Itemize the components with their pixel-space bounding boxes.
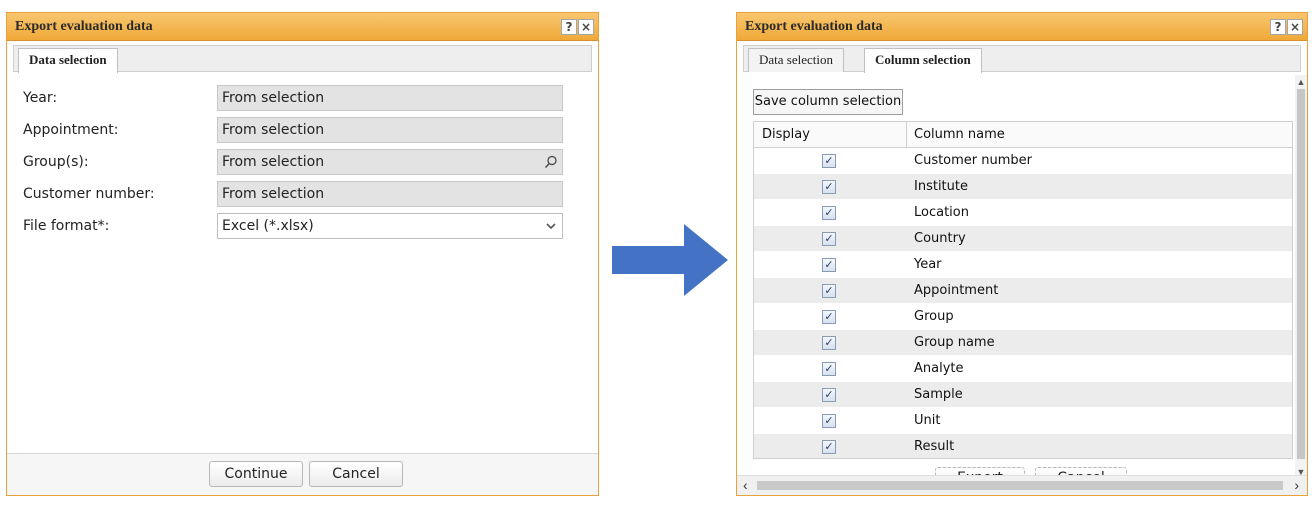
form-row-groups: Group(s): From selection — [23, 149, 563, 175]
horizontal-scrollbar[interactable]: ‹ › — [737, 475, 1307, 495]
column-name-cell: Institute — [914, 179, 968, 194]
scroll-thumb[interactable] — [757, 481, 1283, 490]
table-row[interactable]: ✓ Year — [754, 252, 1292, 278]
save-column-selection-button[interactable]: Save column selection — [753, 89, 903, 115]
column-name-cell: Result — [914, 439, 955, 454]
tab-data-selection[interactable]: Data selection — [18, 48, 118, 73]
continue-button[interactable]: Continue — [209, 461, 303, 487]
scroll-left-icon[interactable]: ‹ — [743, 477, 748, 493]
help-icon[interactable]: ? — [1270, 19, 1286, 35]
form-row-customer-number: Customer number: From selection — [23, 181, 563, 207]
form-row-file-format: File format*: Excel (*.xlsx) — [23, 213, 563, 239]
column-name-cell: Country — [914, 231, 966, 246]
dialog-title: Export evaluation data — [745, 19, 883, 34]
column-name-cell: Group — [914, 309, 954, 324]
dialog-footer: Continue Cancel — [7, 453, 598, 495]
column-name-cell: Location — [914, 205, 969, 220]
header-display[interactable]: Display — [754, 122, 907, 148]
form-row-year: Year: From selection — [23, 85, 563, 111]
scroll-up-icon[interactable]: ▲ — [1295, 77, 1307, 87]
column-name-cell: Unit — [914, 413, 941, 428]
tab-strip: Data selection Column selection — [743, 45, 1301, 73]
table-row[interactable]: ✓ Group — [754, 304, 1292, 330]
close-icon[interactable]: × — [1287, 19, 1303, 35]
search-icon[interactable] — [540, 150, 562, 174]
scroll-thumb[interactable] — [1297, 89, 1305, 459]
tab-strip: Data selection — [13, 45, 592, 73]
dialog-titlebar[interactable]: Export evaluation data ? × — [7, 13, 598, 41]
appointment-field: From selection — [217, 117, 563, 143]
display-checkbox[interactable]: ✓ — [822, 284, 836, 298]
table-row[interactable]: ✓ Group name — [754, 330, 1292, 356]
display-checkbox[interactable]: ✓ — [822, 414, 836, 428]
chevron-down-icon[interactable] — [540, 214, 562, 238]
table-row[interactable]: ✓ Appointment — [754, 278, 1292, 304]
dialog-title: Export evaluation data — [15, 19, 153, 34]
display-checkbox[interactable]: ✓ — [822, 388, 836, 402]
table-row[interactable]: ✓ Sample — [754, 382, 1292, 408]
file-format-select[interactable]: Excel (*.xlsx) — [217, 213, 563, 239]
appointment-label: Appointment: — [23, 122, 119, 138]
table-row[interactable]: ✓ Institute — [754, 174, 1292, 200]
customer-number-field: From selection — [217, 181, 563, 207]
display-checkbox[interactable]: ✓ — [822, 154, 836, 168]
table-row[interactable]: ✓ Unit — [754, 408, 1292, 434]
groups-field[interactable]: From selection — [217, 149, 563, 175]
column-name-cell: Group name — [914, 335, 995, 350]
file-format-value: Excel (*.xlsx) — [222, 218, 314, 234]
customer-number-label: Customer number: — [23, 186, 155, 202]
tab-column-selection[interactable]: Column selection — [864, 48, 982, 73]
column-name-cell: Analyte — [914, 361, 964, 376]
grid-header: Display Column name — [754, 122, 1292, 148]
groups-value: From selection — [222, 154, 325, 170]
cancel-button[interactable]: Cancel — [309, 461, 403, 487]
table-row[interactable]: ✓ Analyte — [754, 356, 1292, 382]
header-column-name[interactable]: Column name — [914, 122, 1005, 148]
table-row[interactable]: ✓ Result — [754, 434, 1292, 458]
close-icon[interactable]: × — [578, 19, 594, 35]
year-label: Year: — [23, 90, 58, 106]
groups-label: Group(s): — [23, 154, 89, 170]
right-arrow-icon — [612, 224, 728, 296]
table-row[interactable]: ✓ Country — [754, 226, 1292, 252]
display-checkbox[interactable]: ✓ — [822, 206, 836, 220]
file-format-label: File format*: — [23, 218, 110, 234]
tab-data-selection[interactable]: Data selection — [748, 48, 844, 72]
column-name-cell: Year — [914, 257, 942, 272]
display-checkbox[interactable]: ✓ — [822, 362, 836, 376]
year-field: From selection — [217, 85, 563, 111]
vertical-scrollbar[interactable]: ▲ ▼ — [1295, 75, 1307, 479]
column-name-cell: Customer number — [914, 153, 1033, 168]
export-dialog-data-selection: Export evaluation data ? × Data selectio… — [6, 12, 599, 496]
display-checkbox[interactable]: ✓ — [822, 336, 836, 350]
display-checkbox[interactable]: ✓ — [822, 180, 836, 194]
display-checkbox[interactable]: ✓ — [822, 440, 836, 454]
dialog-titlebar[interactable]: Export evaluation data ? × — [737, 13, 1307, 41]
scroll-right-icon[interactable]: › — [1294, 477, 1299, 493]
column-name-cell: Sample — [914, 387, 963, 402]
help-icon[interactable]: ? — [561, 19, 577, 35]
table-row[interactable]: ✓ Customer number — [754, 148, 1292, 174]
form-row-appointment: Appointment: From selection — [23, 117, 563, 143]
column-name-cell: Appointment — [914, 283, 999, 298]
display-checkbox[interactable]: ✓ — [822, 232, 836, 246]
display-checkbox[interactable]: ✓ — [822, 310, 836, 324]
table-row[interactable]: ✓ Location — [754, 200, 1292, 226]
column-selection-grid: Display Column name ✓ Customer number ✓ Ins… — [753, 121, 1293, 459]
export-dialog-column-selection: Export evaluation data ? × Data selectio… — [736, 12, 1308, 496]
display-checkbox[interactable]: ✓ — [822, 258, 836, 272]
